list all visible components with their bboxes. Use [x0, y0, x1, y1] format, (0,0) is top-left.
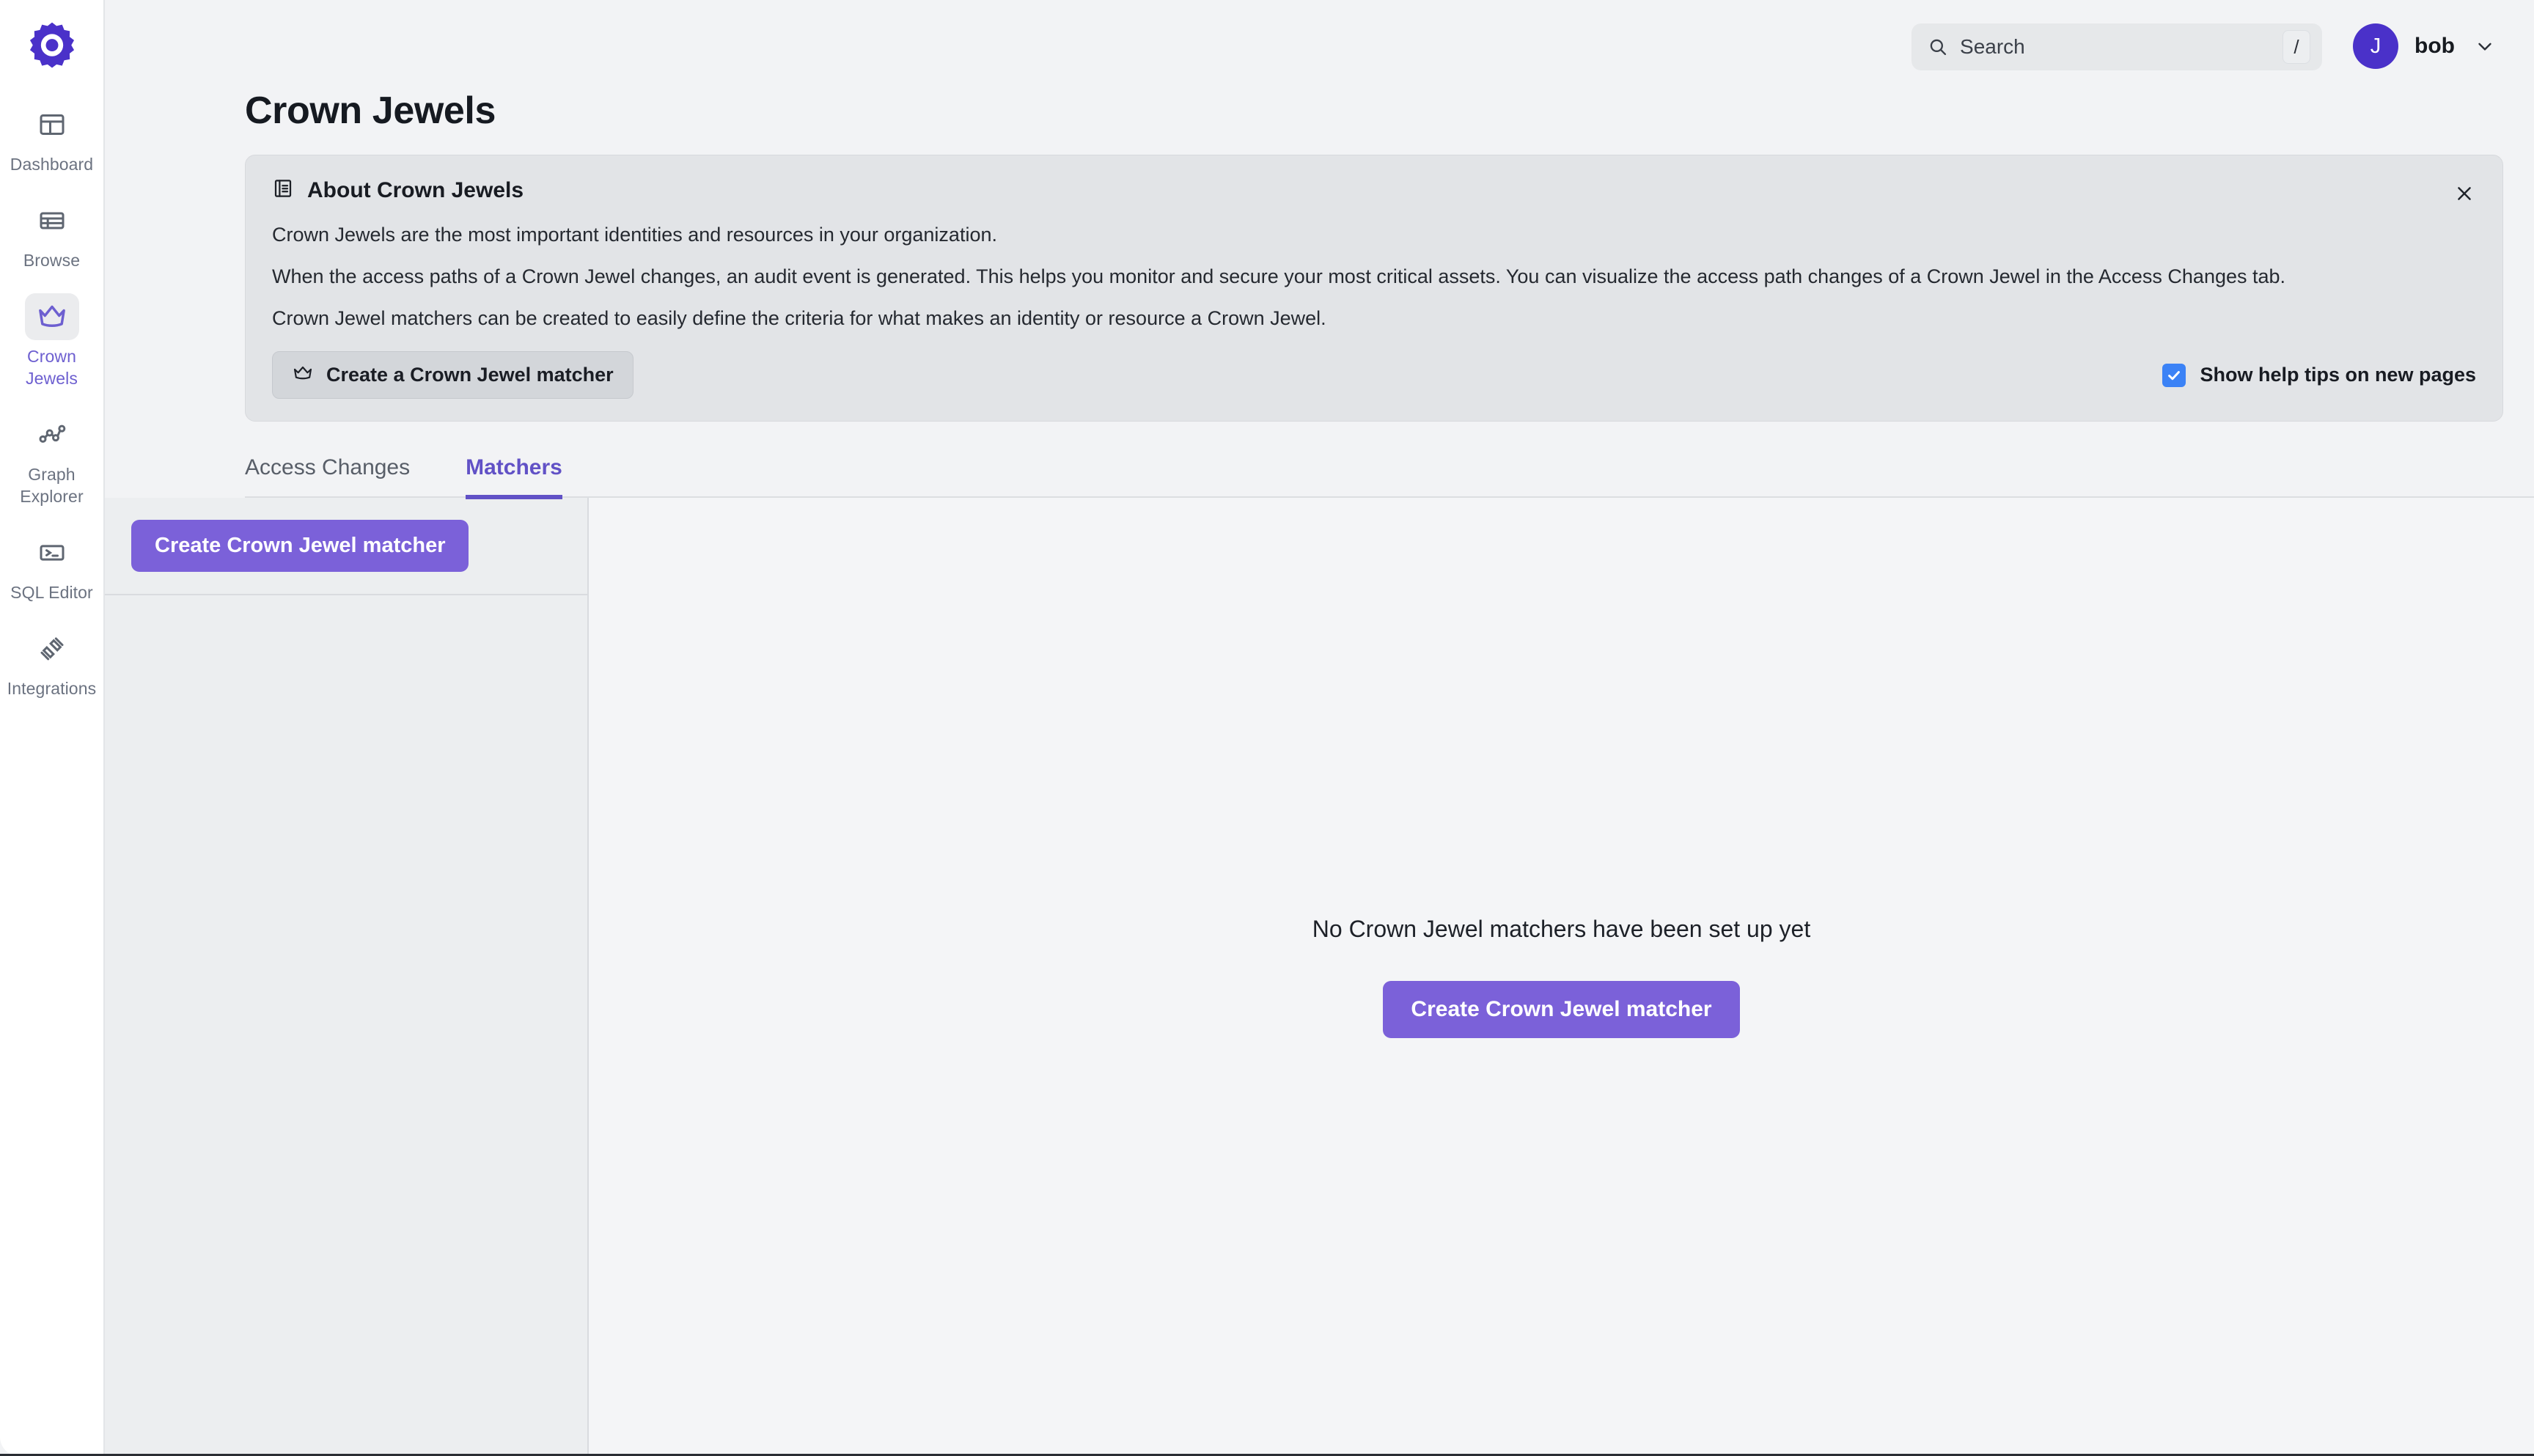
empty-state-message: No Crown Jewel matchers have been set up…	[1312, 916, 1811, 942]
about-paragraph: Crown Jewels are the most important iden…	[272, 224, 997, 246]
about-paragraph: When the access paths of a Crown Jewel c…	[272, 265, 2286, 287]
main-column: / J bob Crown Jewels	[105, 0, 2534, 1456]
about-panel-header: About Crown Jewels	[272, 177, 2476, 203]
search-box[interactable]: /	[1911, 23, 2323, 70]
app-logo-icon[interactable]	[23, 16, 81, 73]
button-label: Create a Crown Jewel matcher	[326, 364, 614, 386]
sidebar-item-label: Dashboard	[10, 155, 94, 174]
empty-state-create-button[interactable]: Create Crown Jewel matcher	[1383, 981, 1740, 1038]
user-menu[interactable]: J bob	[2353, 23, 2496, 69]
about-paragraph: Crown Jewel matchers can be created to e…	[272, 307, 1326, 329]
sidebar-item-sql-editor[interactable]: SQL Editor	[5, 529, 99, 603]
chevron-down-icon[interactable]	[2474, 35, 2496, 57]
app-root: Dashboard Browse Crown Jewels Graph Expl…	[0, 0, 2534, 1456]
content-area: Create Crown Jewel matcher No Crown Jewe…	[105, 498, 2534, 1456]
matcher-detail-panel: No Crown Jewel matchers have been set up…	[589, 498, 2534, 1456]
about-panel: About Crown Jewels Crown Jewels are the …	[245, 155, 2503, 422]
tab-matchers[interactable]: Matchers	[466, 448, 562, 499]
sidebar-item-browse[interactable]: Browse	[5, 197, 99, 271]
page-title: Crown Jewels	[245, 89, 496, 132]
matchers-list-panel: Create Crown Jewel matcher	[105, 498, 589, 1456]
create-crown-jewel-matcher-secondary-button[interactable]: Create a Crown Jewel matcher	[272, 351, 634, 399]
tab-bar: Access Changes Matchers	[245, 448, 2534, 499]
search-shortcut-badge: /	[2283, 30, 2311, 64]
crown-icon	[24, 293, 79, 340]
about-panel-title: About Crown Jewels	[307, 177, 524, 202]
plug-icon	[25, 625, 79, 672]
sidebar-item-integrations[interactable]: Integrations	[5, 625, 99, 699]
tab-access-changes[interactable]: Access Changes	[245, 448, 410, 499]
sidebar-item-graph-explorer[interactable]: Graph Explorer	[5, 411, 99, 507]
show-help-tips-checkbox[interactable]: Show help tips on new pages	[2162, 363, 2476, 387]
about-panel-footer: Create a Crown Jewel matcher Show help t…	[272, 351, 2476, 399]
sidebar-item-label: SQL Editor	[10, 583, 93, 602]
matchers-list	[105, 595, 587, 1456]
matchers-list-header: Create Crown Jewel matcher	[105, 498, 587, 595]
search-icon	[1928, 37, 1948, 57]
close-icon[interactable]	[2447, 176, 2482, 211]
sidebar-item-label: Graph Explorer	[20, 465, 84, 506]
crown-outline-icon	[292, 362, 314, 388]
sidebar-item-label: Crown Jewels	[26, 347, 78, 388]
table-icon	[25, 197, 79, 244]
sidebar-item-crown-jewels[interactable]: Crown Jewels	[5, 293, 99, 389]
sidebar-item-dashboard[interactable]: Dashboard	[5, 101, 99, 175]
book-icon	[272, 177, 294, 203]
sidebar-corner-mask	[0, 1435, 103, 1454]
graph-nodes-icon	[25, 411, 79, 458]
avatar: J	[2353, 23, 2399, 69]
sidebar-item-label: Integrations	[7, 679, 97, 698]
checkbox-checked-icon	[2162, 363, 2186, 387]
terminal-icon	[25, 529, 79, 576]
create-crown-jewel-matcher-button[interactable]: Create Crown Jewel matcher	[131, 520, 469, 572]
sidebar-item-label: Browse	[23, 251, 81, 270]
dashboard-icon	[25, 101, 79, 148]
username-label: bob	[2414, 34, 2455, 58]
checkbox-label: Show help tips on new pages	[2200, 364, 2476, 386]
sidebar: Dashboard Browse Crown Jewels Graph Expl…	[0, 0, 105, 1456]
search-input[interactable]	[1960, 35, 2283, 59]
page-body: Crown Jewels About Crown Jewels Crown Je…	[105, 89, 2534, 1456]
